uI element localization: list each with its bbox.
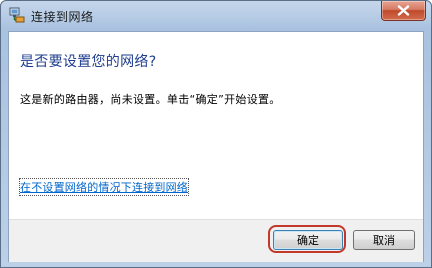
dialog-message: 这是新的路由器，尚未设置。单击“确定”开始设置。 — [20, 93, 281, 106]
connect-to-network-window: 连接到网络 是否要设置您的网络? 这是新的路由器，尚未设置。单击“确定”开始设置… — [0, 0, 432, 268]
close-icon — [397, 5, 410, 16]
cancel-button[interactable]: 取消 — [353, 230, 415, 250]
ok-button[interactable]: 确定 — [273, 230, 343, 250]
close-button[interactable] — [381, 1, 426, 21]
network-icon — [9, 7, 25, 23]
connect-without-setup-link[interactable]: 在不设置网络的情况下连接到网络 — [19, 178, 189, 196]
title-bar[interactable]: 连接到网络 — [1, 1, 431, 31]
dialog-content: 是否要设置您的网络? 这是新的路由器，尚未设置。单击“确定”开始设置。 在不设置… — [8, 31, 424, 262]
window-title: 连接到网络 — [31, 10, 94, 24]
button-bar: 确定 取消 — [9, 219, 423, 262]
dialog-heading: 是否要设置您的网络? — [20, 54, 157, 70]
